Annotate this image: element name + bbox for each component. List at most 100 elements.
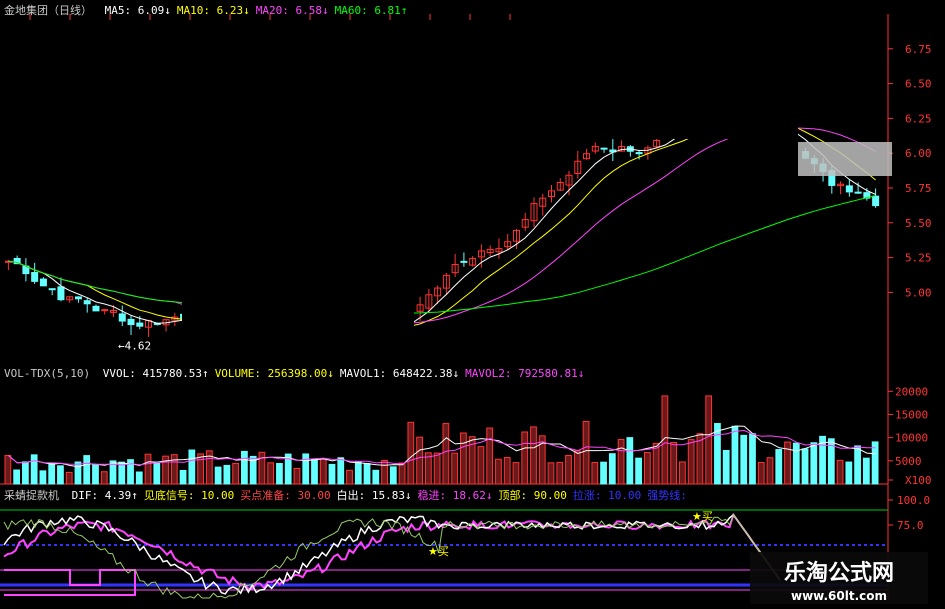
volume-bar <box>188 449 196 485</box>
candle-body <box>101 309 109 312</box>
volume-tick-label: 10000 <box>895 432 928 445</box>
volume-bar <box>679 461 686 485</box>
volume-bar <box>258 451 266 485</box>
signal-step-line <box>4 569 136 596</box>
volume-bar <box>714 423 721 485</box>
candle-body <box>127 318 135 326</box>
volume-bar <box>267 462 275 485</box>
volume-bar <box>4 455 12 485</box>
stock-chart[interactable]: 6.75 6.50 6.25 6.00 5.75 5.50 5.25 5.00 ←4.62 200… <box>0 0 945 609</box>
candle-body <box>39 278 47 287</box>
volume-bar <box>801 448 809 485</box>
volume-bar <box>643 452 651 485</box>
volume-bar <box>512 462 520 485</box>
volume-bar <box>22 461 29 485</box>
low-price-label: ←4.62 <box>118 339 151 352</box>
volume-bar <box>836 459 844 485</box>
occlusion-block <box>530 14 798 139</box>
volume-bar <box>608 453 616 485</box>
volume-bar <box>170 454 178 485</box>
ma-line-ma20 <box>8 127 876 325</box>
candle-body <box>118 313 126 322</box>
volume-bar <box>135 471 143 485</box>
volume-bar <box>100 471 108 485</box>
volume-bar <box>687 439 695 485</box>
volume-tick-label: 5000 <box>895 455 922 468</box>
volume-bar <box>442 423 450 485</box>
volume-bar <box>223 464 231 485</box>
volume-bar <box>652 442 660 485</box>
volume-tick-label: X100 <box>905 474 932 487</box>
candle-body <box>48 288 56 291</box>
volume-bar <box>293 467 301 485</box>
ma-line-ma60 <box>8 195 876 314</box>
volume-bar <box>766 457 774 485</box>
volume-bar <box>337 457 345 485</box>
volume-bar <box>845 461 853 485</box>
volume-bar <box>372 469 380 485</box>
volume-bar <box>363 463 371 485</box>
volume-bar <box>48 462 56 485</box>
candle-body <box>74 296 82 300</box>
candle-body <box>31 271 39 282</box>
volume-bar <box>854 445 861 485</box>
candle-body <box>872 195 880 207</box>
volume-bar <box>617 439 625 485</box>
price-tick-label: 5.50 <box>905 217 932 230</box>
candle-body <box>83 300 91 305</box>
volume-bar <box>153 461 161 485</box>
volume-bar <box>495 458 502 485</box>
volume-bar <box>30 454 38 485</box>
volume-bar <box>346 469 353 485</box>
occlusion-block <box>182 276 414 362</box>
volume-bar <box>74 461 82 485</box>
volume-bar <box>197 453 204 485</box>
volume-bar <box>670 441 678 485</box>
volume-tick-label: 20000 <box>895 385 928 398</box>
watermark-url: www.60lt.com <box>790 589 888 603</box>
candle-body <box>460 260 468 263</box>
volume-bar <box>328 463 336 485</box>
price-tick-label: 6.00 <box>905 147 932 160</box>
volume-bar <box>626 437 634 485</box>
volume-bar <box>13 469 21 485</box>
volume-bar <box>92 464 99 485</box>
candle-body <box>845 185 853 193</box>
volume-bar <box>565 455 572 485</box>
candle-body <box>635 152 643 155</box>
volume-bar <box>57 465 64 485</box>
volume-bar <box>311 458 318 485</box>
highlight-box <box>798 142 892 176</box>
volume-bar <box>722 449 730 485</box>
volume-bar <box>740 434 748 485</box>
volume-bar <box>503 457 511 485</box>
volume-bar <box>775 449 783 485</box>
buy-signal-label: ★买 <box>428 545 449 558</box>
volume-tick-label: 15000 <box>895 408 928 421</box>
volume-bar <box>573 450 581 485</box>
price-tick-label: 5.00 <box>905 286 932 299</box>
volume-bar <box>381 459 388 485</box>
volume-bar <box>214 466 222 485</box>
ma-line-ma10 <box>8 116 876 329</box>
indicator-tick-label: 75.0 <box>897 519 924 532</box>
watermark: 乐淘公式网 www.60lt.com <box>750 552 928 604</box>
steady-advance-line <box>3 512 781 590</box>
candle-body <box>854 191 862 194</box>
volume-bar <box>232 462 240 485</box>
volume-bar <box>179 469 187 485</box>
volume-bar <box>749 433 756 485</box>
volume-bar <box>582 420 590 485</box>
volume-bar <box>39 470 47 485</box>
volume-bar <box>521 431 529 485</box>
volume-bar <box>144 453 152 485</box>
price-tick-label: 6.25 <box>905 112 932 125</box>
volume-bar <box>241 450 248 485</box>
volume-bar <box>591 462 599 485</box>
candle-body <box>92 305 100 312</box>
candle-body <box>57 286 65 301</box>
volume-bar <box>477 446 485 485</box>
volume-bar <box>276 463 283 485</box>
buy-signal-label: ★买 <box>692 510 713 523</box>
indicator-tick-label: 100.0 <box>897 494 930 507</box>
